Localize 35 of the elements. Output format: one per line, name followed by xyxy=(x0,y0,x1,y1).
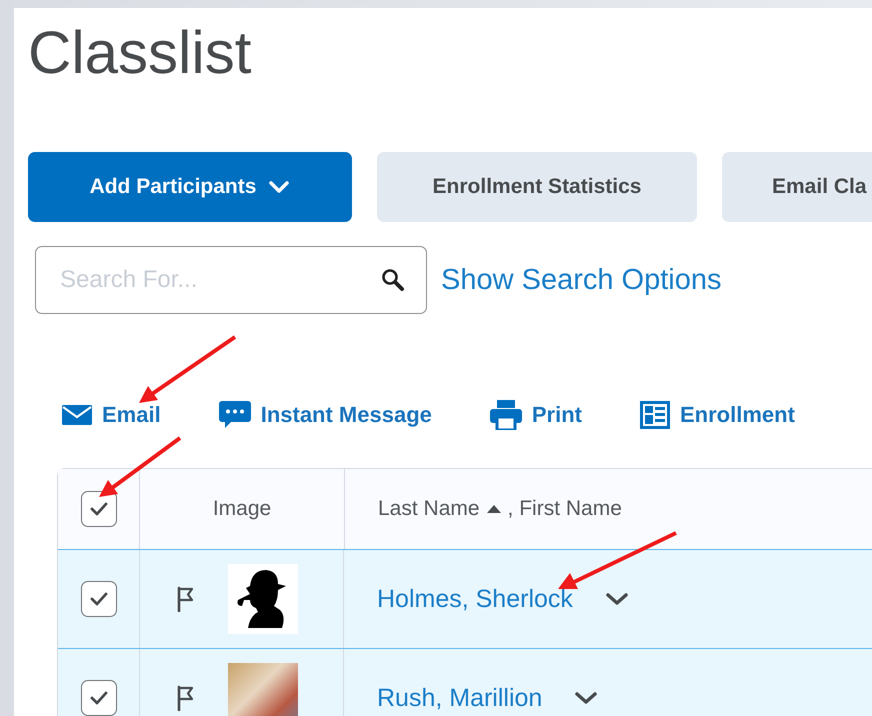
student-name-link[interactable]: Rush, Marillion xyxy=(377,684,542,712)
check-icon xyxy=(90,592,108,606)
row-checkbox[interactable] xyxy=(80,680,116,716)
check-icon xyxy=(90,502,108,516)
caret-icon xyxy=(268,180,290,194)
table-row[interactable]: Holmes, Sherlock xyxy=(58,549,872,648)
chat-icon xyxy=(218,401,251,429)
page-title: Classlist xyxy=(28,18,252,88)
photo-placeholder xyxy=(228,663,298,716)
add-button[interactable]: Add Participants xyxy=(28,152,352,222)
student-name-link[interactable]: Holmes, Sherlock xyxy=(377,584,573,614)
row-checkbox[interactable] xyxy=(80,581,116,617)
search-icon xyxy=(381,268,405,292)
printer-icon xyxy=(490,400,522,430)
column-header: Image xyxy=(212,497,272,521)
action-link[interactable]: Email xyxy=(62,402,161,428)
envelope-icon xyxy=(62,405,92,425)
silhouette-picture xyxy=(228,564,298,634)
sort-header-link[interactable]: Last Name xyxy=(378,497,480,521)
flag-icon[interactable] xyxy=(176,685,196,711)
action-link[interactable]: Instant Message xyxy=(218,401,432,429)
search-options-link[interactable]: Show Search Options xyxy=(441,264,722,296)
chevron-down-icon[interactable] xyxy=(574,691,598,705)
table-row[interactable]: Rush, Marillion xyxy=(58,648,872,716)
chevron-down-icon[interactable] xyxy=(604,592,629,606)
flag-icon[interactable] xyxy=(176,586,196,612)
action-link[interactable]: Print xyxy=(490,400,582,430)
toolbar-button[interactable]: Email Cla xyxy=(722,152,872,222)
column-header[interactable]: , First Name xyxy=(508,497,622,521)
check-icon xyxy=(90,691,108,705)
toolbar-button[interactable]: Enrollment Statistics xyxy=(377,152,697,222)
id-card-icon xyxy=(640,401,670,429)
action-link[interactable]: Enrollment xyxy=(640,401,795,429)
select-all-checkbox[interactable] xyxy=(80,491,116,527)
sort-up-icon xyxy=(486,504,502,514)
